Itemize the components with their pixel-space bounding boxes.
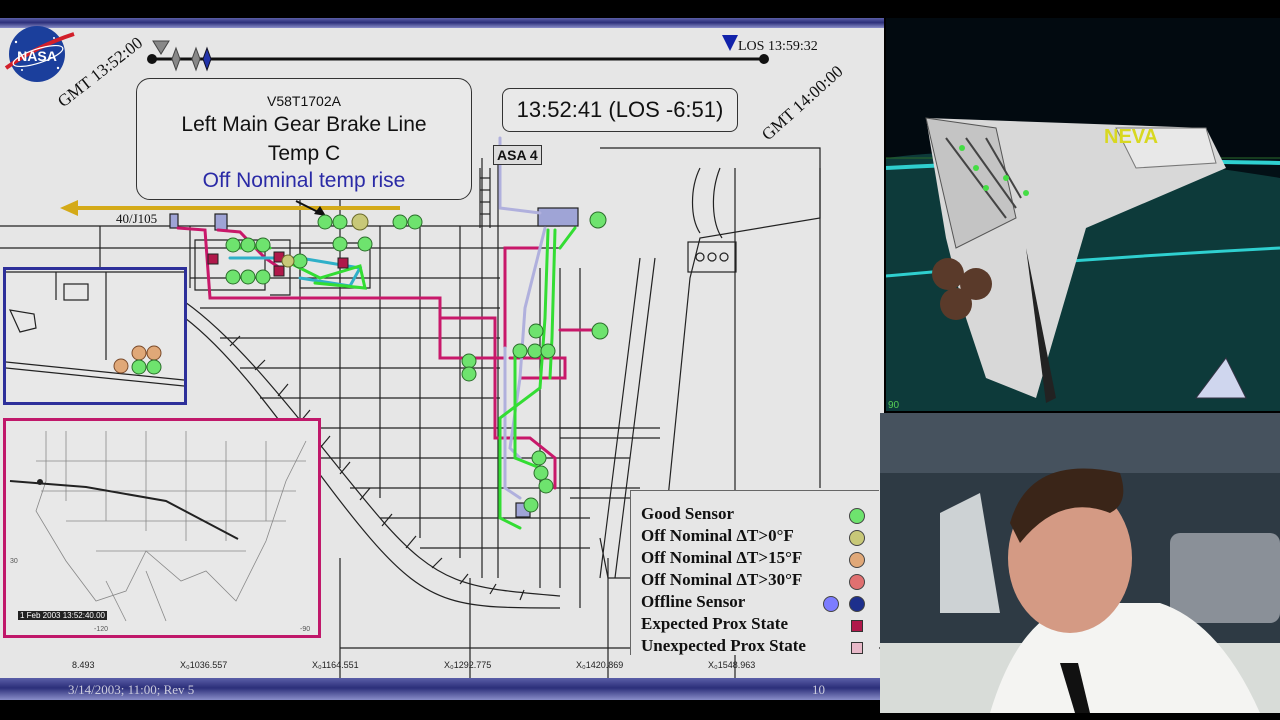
sensor-id: V58T1702A (267, 93, 341, 109)
coord-label: X₀1548.963 (708, 660, 756, 670)
coord-label: X₀1420.869 (576, 660, 624, 670)
sensor-callout: V58T1702A Left Main Gear Brake Line Temp… (136, 78, 472, 200)
asa-label: ASA 4 (493, 145, 542, 165)
connector-label: 40/J105 (116, 211, 158, 226)
coord-label: 8.493 (72, 660, 95, 670)
coord-label: X₀1036.557 (180, 660, 228, 670)
sensor-legend: Good Sensor Off Nominal ΔT>0°F Off Nominal… (630, 490, 879, 655)
legend-circle-marker (849, 596, 865, 612)
legend-item-label: Off Nominal ΔT>30°F (641, 570, 803, 589)
zoom-inset (3, 267, 187, 405)
footer-page-number: 10 (812, 682, 825, 697)
legend-item-label: Expected Prox State (641, 614, 788, 633)
legend-item-label: Unexpected Prox State (641, 636, 806, 655)
legend-circle-marker (849, 530, 865, 546)
svg-text:-90: -90 (300, 626, 310, 633)
legend-circle-marker (849, 574, 865, 590)
legend-square-marker (851, 620, 863, 632)
ground-track (9, 480, 239, 540)
mission-control-camera (880, 413, 1280, 713)
time-readout: 13:52:41 (LOS -6:51) (502, 88, 738, 132)
svg-text:30: 30 (10, 558, 18, 565)
footer-date: 3/14/2003; 11:00; Rev 5 (68, 682, 195, 697)
svg-text:90: 90 (888, 400, 900, 411)
presentation-slide: NASA LOS 13:59:32 GMT 13:52:00 GMT 14:00… (0, 18, 884, 700)
shuttle-animation-view: 90 (886, 18, 1280, 411)
legend-item-label: Off Nominal ΔT>15°F (641, 548, 803, 567)
svg-text:-120: -120 (94, 626, 108, 633)
callout-status: Off Nominal temp rise (202, 169, 406, 192)
legend-square-marker (851, 642, 863, 654)
legend-item-label: Good Sensor (641, 504, 735, 523)
coord-label: X₀1164.551 (312, 660, 359, 670)
callout-title-line1: Left Main Gear Brake Line (181, 113, 427, 136)
ground-track-map: 30 -120 -90 1 Feb 2003 13:52:40.00 (3, 418, 321, 638)
legend-circle-marker (849, 508, 865, 524)
legend-item-label: Off Nominal ΔT>0°F (641, 526, 794, 545)
legend-circle-marker (823, 596, 839, 612)
callout-title-line2: Temp C (267, 142, 341, 165)
map-timestamp: 1 Feb 2003 13:52:40.00 (18, 611, 107, 620)
legend-item-label: Offline Sensor (641, 592, 746, 611)
map-overlay-text: NEVA (1104, 126, 1159, 148)
coord-label: X₀1292.775 (444, 660, 492, 670)
legend-circle-marker (849, 552, 865, 568)
